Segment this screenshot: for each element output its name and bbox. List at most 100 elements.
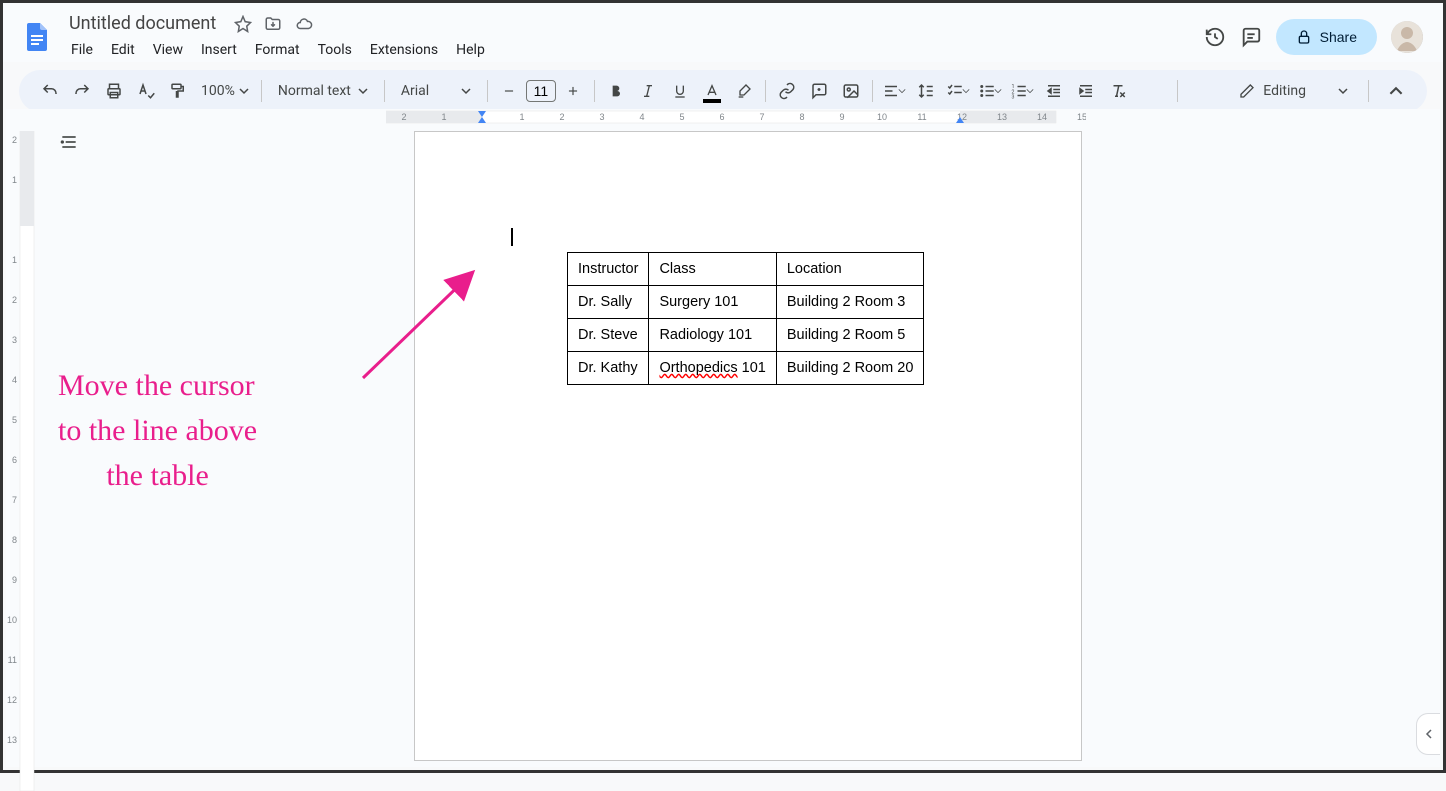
svg-text:2: 2 bbox=[559, 112, 564, 122]
svg-text:5: 5 bbox=[12, 415, 17, 425]
svg-text:9: 9 bbox=[12, 575, 17, 585]
table-cell[interactable]: Class bbox=[649, 253, 776, 286]
decrease-indent-button[interactable] bbox=[1039, 76, 1069, 106]
svg-text:5: 5 bbox=[679, 112, 684, 122]
undo-button[interactable] bbox=[35, 76, 65, 106]
svg-text:4: 4 bbox=[12, 375, 17, 385]
table-cell[interactable]: Building 2 Room 3 bbox=[776, 286, 924, 319]
history-icon[interactable] bbox=[1204, 26, 1226, 48]
zoom-dropdown[interactable]: 100% bbox=[195, 83, 255, 99]
paint-format-button[interactable] bbox=[163, 76, 193, 106]
title-bar: Untitled document File Edit View Insert … bbox=[3, 3, 1443, 62]
svg-text:6: 6 bbox=[719, 112, 724, 122]
table-row: Instructor Class Location bbox=[568, 253, 924, 286]
toolbar: 100% Normal text Arial 123 Editing bbox=[19, 70, 1427, 112]
highlight-color-button[interactable] bbox=[729, 76, 759, 106]
increase-font-size-button[interactable] bbox=[558, 76, 588, 106]
comments-icon[interactable] bbox=[1240, 26, 1262, 48]
bulleted-list-button[interactable] bbox=[975, 76, 1005, 106]
menu-view[interactable]: View bbox=[145, 38, 191, 62]
font-family-dropdown[interactable]: Arial bbox=[391, 83, 481, 99]
svg-text:10: 10 bbox=[7, 615, 17, 625]
underline-button[interactable] bbox=[665, 76, 695, 106]
italic-button[interactable] bbox=[633, 76, 663, 106]
table-cell[interactable]: Radiology 101 bbox=[649, 319, 776, 352]
menu-insert[interactable]: Insert bbox=[193, 38, 245, 62]
share-button-label: Share bbox=[1320, 29, 1357, 45]
share-button[interactable]: Share bbox=[1276, 19, 1377, 55]
svg-text:6: 6 bbox=[12, 455, 17, 465]
line-spacing-button[interactable] bbox=[911, 76, 941, 106]
menu-tools[interactable]: Tools bbox=[310, 38, 360, 62]
svg-text:10: 10 bbox=[877, 112, 887, 122]
svg-text:7: 7 bbox=[12, 495, 17, 505]
zoom-value: 100% bbox=[201, 83, 235, 99]
table-cell[interactable]: Surgery 101 bbox=[649, 286, 776, 319]
cursor-line-above-table[interactable] bbox=[511, 228, 985, 248]
table-cell[interactable]: Dr. Kathy bbox=[568, 352, 649, 385]
table-cell[interactable]: Building 2 Room 5 bbox=[776, 319, 924, 352]
svg-text:3: 3 bbox=[1011, 95, 1014, 101]
svg-text:3: 3 bbox=[599, 112, 604, 122]
svg-text:1: 1 bbox=[441, 112, 446, 122]
document-outline-button[interactable] bbox=[54, 127, 84, 157]
vertical-ruler[interactable]: 2 1 1 2 3 4 5 6 7 8 9 10 11 12 13 bbox=[6, 109, 36, 767]
spellcheck-word: Orthopedics bbox=[659, 360, 737, 376]
document-table[interactable]: Instructor Class Location Dr. Sally Surg… bbox=[567, 252, 924, 385]
table-row: Dr. Kathy Orthopedics 101 Building 2 Roo… bbox=[568, 352, 924, 385]
table-cell[interactable]: Building 2 Room 20 bbox=[776, 352, 924, 385]
svg-text:1: 1 bbox=[12, 255, 17, 265]
editing-mode-label: Editing bbox=[1263, 83, 1306, 99]
account-avatar[interactable] bbox=[1391, 21, 1423, 53]
svg-text:7: 7 bbox=[759, 112, 764, 122]
clear-formatting-button[interactable] bbox=[1103, 76, 1133, 106]
move-folder-icon[interactable] bbox=[264, 15, 282, 33]
horizontal-ruler[interactable]: 21 123 456 789 101112 131415 bbox=[36, 109, 1440, 125]
editing-mode-dropdown[interactable]: Editing bbox=[1225, 77, 1362, 105]
paragraph-style-dropdown[interactable]: Normal text bbox=[268, 83, 378, 99]
dropdown-arrow-icon bbox=[1338, 86, 1348, 96]
menu-file[interactable]: File bbox=[63, 38, 101, 62]
document-page[interactable]: Instructor Class Location Dr. Sally Surg… bbox=[414, 131, 1082, 761]
menu-extensions[interactable]: Extensions bbox=[362, 38, 446, 62]
menu-edit[interactable]: Edit bbox=[103, 38, 143, 62]
cloud-status-icon[interactable] bbox=[294, 15, 314, 33]
numbered-list-button[interactable]: 123 bbox=[1007, 76, 1037, 106]
table-cell[interactable]: Orthopedics 101 bbox=[649, 352, 776, 385]
align-button[interactable] bbox=[879, 76, 909, 106]
redo-button[interactable] bbox=[67, 76, 97, 106]
svg-text:13: 13 bbox=[997, 112, 1007, 122]
annotation-text: Move the cursor to the line above the ta… bbox=[58, 363, 257, 498]
paragraph-style-value: Normal text bbox=[278, 83, 351, 99]
bold-button[interactable] bbox=[601, 76, 631, 106]
insert-link-button[interactable] bbox=[772, 76, 802, 106]
svg-text:4: 4 bbox=[639, 112, 644, 122]
document-title[interactable]: Untitled document bbox=[63, 11, 222, 36]
font-size-input[interactable] bbox=[526, 80, 556, 102]
svg-text:3: 3 bbox=[12, 335, 17, 345]
checklist-button[interactable] bbox=[943, 76, 973, 106]
table-cell[interactable]: Dr. Sally bbox=[568, 286, 649, 319]
menu-format[interactable]: Format bbox=[247, 38, 308, 62]
docs-logo-icon[interactable] bbox=[19, 19, 55, 55]
text-color-button[interactable] bbox=[697, 76, 727, 106]
table-cell[interactable]: Location bbox=[776, 253, 924, 286]
table-cell[interactable]: Dr. Steve bbox=[568, 319, 649, 352]
insert-image-button[interactable] bbox=[836, 76, 866, 106]
svg-text:11: 11 bbox=[8, 655, 17, 665]
spellcheck-button[interactable] bbox=[131, 76, 161, 106]
print-button[interactable] bbox=[99, 76, 129, 106]
star-icon[interactable] bbox=[234, 15, 252, 33]
decrease-font-size-button[interactable] bbox=[494, 76, 524, 106]
dropdown-arrow-icon bbox=[358, 86, 368, 96]
side-panel-toggle[interactable] bbox=[1416, 713, 1440, 755]
svg-text:2: 2 bbox=[12, 135, 17, 145]
svg-text:1: 1 bbox=[12, 175, 17, 185]
menu-help[interactable]: Help bbox=[448, 38, 493, 62]
collapse-toolbar-button[interactable] bbox=[1381, 76, 1411, 106]
table-row: Dr. Steve Radiology 101 Building 2 Room … bbox=[568, 319, 924, 352]
table-cell[interactable]: Instructor bbox=[568, 253, 649, 286]
add-comment-button[interactable] bbox=[804, 76, 834, 106]
increase-indent-button[interactable] bbox=[1071, 76, 1101, 106]
svg-text:13: 13 bbox=[7, 735, 17, 745]
